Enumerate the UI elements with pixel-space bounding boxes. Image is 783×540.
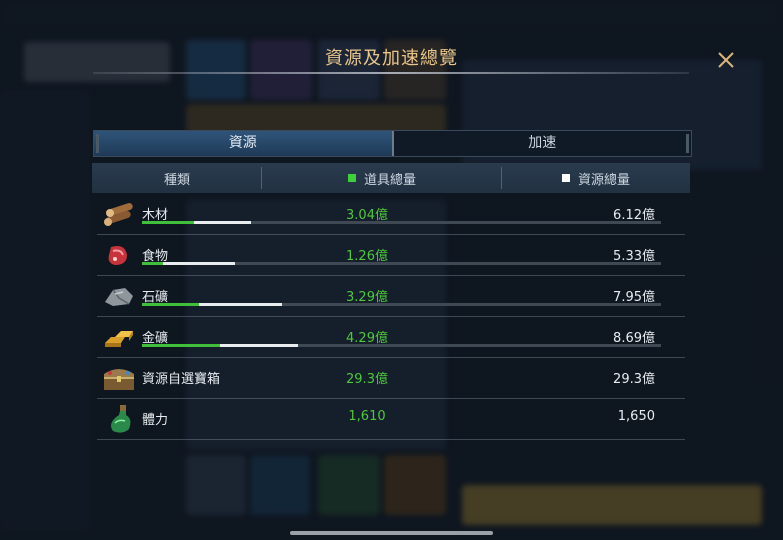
tab-speedups[interactable]: 加速: [394, 131, 692, 156]
bar-item-fill: [142, 344, 220, 347]
item-name: 體力: [142, 413, 169, 428]
bar-item-fill: [142, 221, 194, 224]
resource-list: 木材 3.04億 6.12億 食物 1.26億 5.33億 石礦 3.29億 7…: [97, 194, 685, 440]
stone-icon: [105, 288, 133, 306]
item-name: 資源自選寶箱: [142, 372, 221, 387]
resource-total: 29.3億: [613, 372, 655, 387]
header-resource-label: 資源總量: [577, 172, 630, 188]
dialog-title: 資源及加速總覽: [325, 48, 458, 69]
item-total: 1,610: [348, 409, 386, 424]
list-item[interactable]: 資源自選寶箱 29.3億 29.3億: [97, 358, 685, 399]
list-item[interactable]: 體力 1,610 1,650: [97, 399, 685, 440]
header-item-label: 道具總量: [363, 172, 416, 188]
potion-bottle-icon: [111, 405, 131, 433]
tab-resources[interactable]: 資源: [94, 131, 394, 156]
tab-speedups-label: 加速: [528, 135, 557, 151]
progress-bar: [142, 262, 661, 265]
home-indicator[interactable]: [290, 531, 493, 535]
item-total: 29.3億: [346, 372, 388, 387]
title-divider: [93, 72, 689, 74]
white-square-icon: [561, 174, 570, 182]
close-icon: [718, 52, 734, 68]
tab-left-cap: [96, 134, 99, 153]
header-type-col: 種類: [92, 163, 262, 193]
gold-bars-icon: [105, 331, 133, 347]
tab-resources-label: 資源: [228, 135, 257, 151]
tab-right-cap: [686, 134, 689, 153]
bar-item-fill: [142, 303, 200, 306]
close-button[interactable]: [712, 46, 740, 74]
header-item-col: 道具總量: [262, 163, 502, 193]
progress-bar: [142, 344, 661, 347]
wood-logs-icon: [104, 203, 133, 226]
resource-total: 1,650: [617, 409, 655, 424]
list-item[interactable]: 石礦 3.29億 7.95億: [97, 276, 685, 317]
bar-item-fill: [142, 262, 163, 265]
meat-icon: [108, 246, 127, 265]
green-square-icon: [347, 174, 356, 182]
tab-bar: 資源 加速: [93, 130, 692, 157]
list-item[interactable]: 木材 3.04億 6.12億: [97, 194, 685, 235]
table-header: 種類 道具總量 資源總量: [92, 163, 690, 193]
progress-bar: [142, 303, 661, 306]
progress-bar: [142, 221, 661, 224]
list-item[interactable]: 金礦 4.29億 8.69億: [97, 317, 685, 358]
list-item[interactable]: 食物 1.26億 5.33億: [97, 235, 685, 276]
header-type-label: 種類: [163, 172, 190, 188]
treasure-chest-icon: [104, 369, 134, 390]
header-resource-col: 資源總量: [502, 163, 690, 193]
